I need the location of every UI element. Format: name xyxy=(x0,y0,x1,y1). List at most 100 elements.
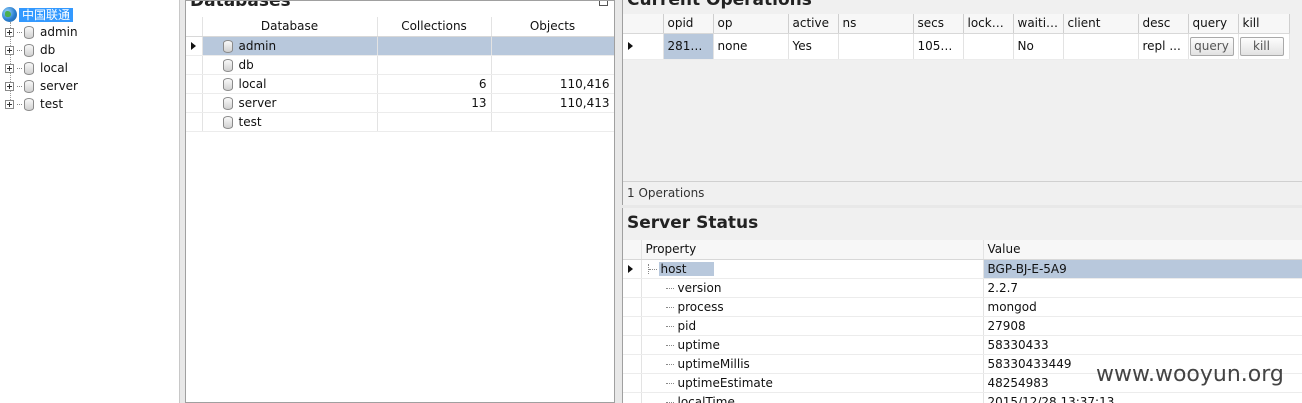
row-header[interactable] xyxy=(623,392,642,403)
expand-icon[interactable] xyxy=(5,28,14,37)
client-cell[interactable] xyxy=(1063,33,1139,60)
desc-cell[interactable]: repl ... xyxy=(1138,33,1189,60)
table-row[interactable]: 2811... none Yes 1051... No repl ... que… xyxy=(623,33,1290,60)
value-cell[interactable]: 27908 xyxy=(983,316,1302,336)
row-header[interactable] xyxy=(623,259,642,279)
database-icon xyxy=(24,62,34,75)
column-header-database[interactable]: Database xyxy=(202,17,378,37)
column-header-lock[interactable]: lockT... xyxy=(963,14,1014,34)
table-row[interactable]: uptime 58330433 xyxy=(623,335,1302,355)
database-name-cell[interactable]: db xyxy=(202,55,378,75)
op-cell[interactable]: none xyxy=(713,33,789,60)
row-header[interactable] xyxy=(623,278,642,298)
column-header-value[interactable]: Value xyxy=(983,240,1302,260)
collections-cell[interactable]: 13 xyxy=(377,93,492,113)
column-header-desc[interactable]: desc xyxy=(1138,14,1189,34)
property-cell[interactable]: pid xyxy=(641,316,984,336)
property-cell[interactable]: uptimeEstimate xyxy=(641,373,984,393)
active-cell[interactable]: Yes xyxy=(788,33,839,60)
column-header-secs[interactable]: secs xyxy=(913,14,964,34)
column-header-kill[interactable]: kill xyxy=(1238,14,1290,34)
tree-item-admin[interactable]: admin xyxy=(5,23,78,41)
value-cell[interactable]: 58330433 xyxy=(983,335,1302,355)
table-row[interactable]: server 13 110,413 xyxy=(186,93,614,113)
column-header-objects[interactable]: Objects xyxy=(491,17,614,37)
collections-cell[interactable]: 6 xyxy=(377,74,492,94)
property-cell[interactable]: host xyxy=(641,259,984,279)
objects-cell[interactable]: 110,416 xyxy=(491,74,614,94)
database-name-cell[interactable]: admin xyxy=(202,36,378,56)
tree-item-test[interactable]: test xyxy=(5,95,63,113)
objects-cell[interactable] xyxy=(491,55,614,75)
waiting-cell[interactable]: No xyxy=(1013,33,1064,60)
column-header-active[interactable]: active xyxy=(788,14,839,34)
row-header[interactable] xyxy=(186,93,203,113)
table-row[interactable]: admin xyxy=(186,36,614,56)
kill-button[interactable]: kill xyxy=(1239,36,1284,56)
tree-item-local[interactable]: local xyxy=(5,59,68,77)
table-row[interactable]: pid 27908 xyxy=(623,316,1302,336)
row-header[interactable] xyxy=(623,316,642,336)
table-row[interactable]: version 2.2.7 xyxy=(623,278,1302,298)
database-name-cell[interactable]: server xyxy=(202,93,378,113)
table-row[interactable]: db xyxy=(186,55,614,75)
expand-icon[interactable] xyxy=(5,64,14,73)
value-cell[interactable]: 2.2.7 xyxy=(983,278,1302,298)
tree-item-server[interactable]: server xyxy=(5,77,78,95)
expand-icon[interactable] xyxy=(5,100,14,109)
value-cell[interactable]: 2015/12/28 13:37:13 xyxy=(983,392,1302,403)
database-name-cell[interactable]: local xyxy=(202,74,378,94)
property-name: uptime xyxy=(677,337,720,352)
ns-cell[interactable] xyxy=(838,33,914,60)
column-header-op[interactable]: op xyxy=(713,14,789,34)
vertical-splitter[interactable] xyxy=(615,0,622,403)
row-header[interactable] xyxy=(623,33,664,60)
expand-icon[interactable] xyxy=(5,46,14,55)
property-cell[interactable]: process xyxy=(641,297,984,317)
row-header[interactable] xyxy=(623,373,642,393)
column-header-collections[interactable]: Collections xyxy=(377,17,492,37)
maximize-icon[interactable] xyxy=(599,1,608,6)
row-header[interactable] xyxy=(186,112,203,132)
value-cell[interactable]: BGP-BJ-E-5A9 xyxy=(983,259,1302,279)
property-cell[interactable]: version xyxy=(641,278,984,298)
table-row[interactable]: host BGP-BJ-E-5A9 xyxy=(623,259,1302,279)
tree-root-node[interactable]: 中国联通 xyxy=(2,5,74,23)
column-header-client[interactable]: client xyxy=(1063,14,1139,34)
column-header-waiting[interactable]: waitin... xyxy=(1013,14,1064,34)
property-cell[interactable]: localTime xyxy=(641,392,984,403)
table-row[interactable]: local 6 110,416 xyxy=(186,74,614,94)
expand-icon[interactable] xyxy=(5,82,14,91)
column-header-opid[interactable]: opid xyxy=(663,14,714,34)
lock-cell[interactable] xyxy=(963,33,1014,60)
table-row[interactable]: localTime 2015/12/28 13:37:13 xyxy=(623,392,1302,403)
tree-root-label: 中国联通 xyxy=(19,7,74,22)
table-row[interactable]: process mongod xyxy=(623,297,1302,317)
column-header-ns[interactable]: ns xyxy=(838,14,914,34)
row-header[interactable] xyxy=(186,36,203,56)
property-cell[interactable]: uptimeMillis xyxy=(641,354,984,374)
database-name-cell[interactable]: test xyxy=(202,112,378,132)
row-header[interactable] xyxy=(623,354,642,374)
value-cell[interactable]: mongod xyxy=(983,297,1302,317)
row-header[interactable] xyxy=(186,74,203,94)
objects-cell[interactable] xyxy=(491,112,614,132)
objects-cell[interactable]: 110,413 xyxy=(491,93,614,113)
row-header[interactable] xyxy=(623,297,642,317)
collections-cell[interactable] xyxy=(377,55,492,75)
tree-item-db[interactable]: db xyxy=(5,41,55,59)
secs-cell[interactable]: 1051... xyxy=(913,33,964,60)
objects-cell[interactable] xyxy=(491,36,614,56)
property-cell[interactable]: uptime xyxy=(641,335,984,355)
database-icon xyxy=(222,77,233,91)
table-row[interactable]: test xyxy=(186,112,614,132)
opid-cell[interactable]: 2811... xyxy=(663,33,714,60)
collections-cell[interactable] xyxy=(377,112,492,132)
collections-cell[interactable] xyxy=(377,36,492,56)
query-button[interactable]: query xyxy=(1189,36,1234,56)
row-header[interactable] xyxy=(186,55,203,75)
column-header-query[interactable]: query xyxy=(1188,14,1239,34)
row-header[interactable] xyxy=(623,335,642,355)
column-header-property[interactable]: Property xyxy=(641,240,984,260)
row-header-corner xyxy=(623,240,642,260)
